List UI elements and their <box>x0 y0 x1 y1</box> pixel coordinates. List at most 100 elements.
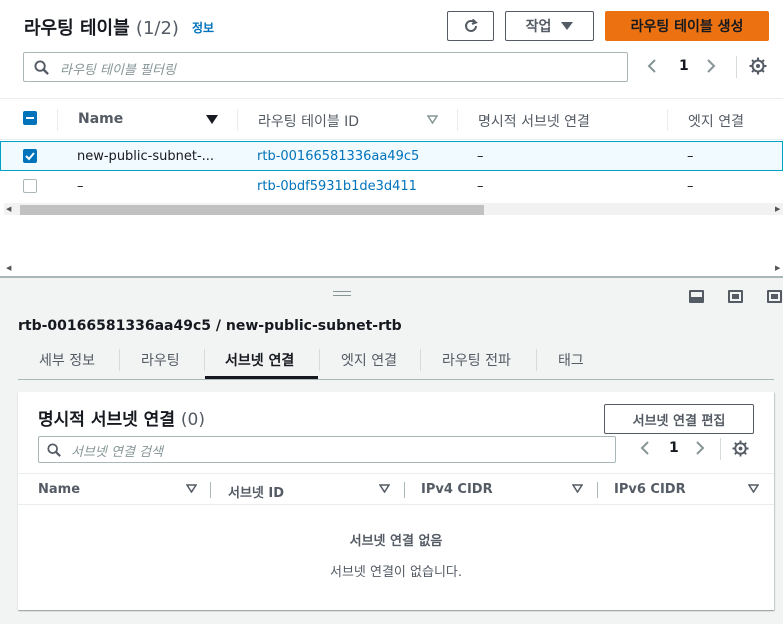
column-header-name[interactable]: Name <box>78 111 123 127</box>
tab-divider <box>119 349 120 371</box>
sort-icon[interactable] <box>748 484 759 493</box>
sort-icon[interactable] <box>186 484 197 493</box>
card-title-count: (0) <box>180 410 205 430</box>
layout-full-icon[interactable] <box>767 290 782 303</box>
sort-icon[interactable] <box>379 484 390 493</box>
chevron-left-icon <box>647 59 656 73</box>
next-page-button[interactable] <box>706 58 716 78</box>
filter-placeholder: 라우팅 테이블 필터링 <box>60 63 176 78</box>
edit-subnet-associations-button[interactable]: 서브넷 연결 편집 <box>604 404 754 434</box>
create-label: 라우팅 테이블 생성 <box>630 19 744 35</box>
chevron-left-icon <box>640 441 649 455</box>
divider <box>720 438 721 460</box>
empty-state-message: 서브넷 연결이 없습니다. <box>330 565 462 580</box>
route-table-header: Name 라우팅 테이블 ID 명시적 서브넷 연결 엣지 연결 <box>0 98 783 140</box>
tab-divider <box>204 349 205 371</box>
scroll-right-icon[interactable]: ▶ <box>775 264 780 272</box>
current-page[interactable]: 1 <box>669 440 679 456</box>
cell-name: new-public-subnet-... <box>77 149 215 164</box>
layout-bottom-icon[interactable] <box>689 290 704 303</box>
drag-handle-icon[interactable] <box>333 291 351 296</box>
column-header-subnet-id[interactable]: 서브넷 ID <box>228 482 284 501</box>
edit-label: 서브넷 연결 편집 <box>632 413 726 429</box>
refresh-icon <box>464 18 478 32</box>
tab-edge-associations[interactable]: 엣지 연결 <box>341 350 397 370</box>
select-all-checkbox[interactable] <box>23 111 37 125</box>
column-header-edge[interactable]: 엣지 연결 <box>688 111 744 131</box>
chevron-right-icon <box>696 441 705 455</box>
sort-desc-icon[interactable] <box>206 115 218 124</box>
title-text: 라우팅 테이블 <box>24 18 130 39</box>
sort-icon[interactable] <box>572 484 583 493</box>
column-divider <box>597 482 598 498</box>
chevron-right-icon <box>707 59 716 73</box>
cell-edge: – <box>687 149 694 164</box>
tab-tags[interactable]: 태그 <box>558 350 584 370</box>
tab-divider <box>536 349 537 371</box>
actions-button[interactable]: 작업 <box>505 11 594 41</box>
card-title: 명시적 서브넷 연결 (0) <box>38 405 205 430</box>
title-count: (1/2) <box>135 18 179 39</box>
prev-page-button[interactable] <box>647 58 657 78</box>
cell-route-table-id-link[interactable]: rtb-0bdf5931b1de3d411 <box>257 179 417 194</box>
prev-page-button[interactable] <box>640 440 650 460</box>
subnet-association-search-input[interactable]: 서브넷 연결 검색 <box>38 436 616 463</box>
gear-icon[interactable] <box>749 57 767 75</box>
scroll-right-icon[interactable]: ▶ <box>775 205 780 213</box>
tab-subnet-associations[interactable]: 서브넷 연결 <box>225 350 294 370</box>
horizontal-scrollbar[interactable]: ◀ ▶ <box>4 203 783 215</box>
tab-divider <box>420 349 421 371</box>
column-header-ipv4[interactable]: IPv4 CIDR <box>421 482 493 497</box>
subnet-table-header: Name 서브넷 ID IPv4 CIDR IPv6 CIDR <box>18 473 774 505</box>
refresh-button[interactable] <box>447 11 494 41</box>
active-tab-indicator <box>205 376 318 379</box>
scroll-left-icon[interactable]: ◀ <box>6 264 11 272</box>
scrollbar-thumb[interactable] <box>20 205 484 215</box>
row-checkbox[interactable] <box>23 149 37 163</box>
cell-route-table-id-link[interactable]: rtb-00166581336aa49c5 <box>257 149 419 164</box>
check-icon <box>25 152 35 161</box>
actions-label: 작업 <box>525 19 552 35</box>
cell-explicit: – <box>477 149 484 164</box>
column-header-ipv6[interactable]: IPv6 CIDR <box>614 482 686 497</box>
column-divider <box>667 109 668 131</box>
next-page-button[interactable] <box>695 440 705 460</box>
column-divider <box>210 482 211 498</box>
row-checkbox[interactable] <box>23 179 37 193</box>
current-page[interactable]: 1 <box>679 58 689 74</box>
cell-explicit: – <box>477 179 484 194</box>
column-header-name[interactable]: Name <box>38 482 80 497</box>
column-divider <box>237 109 238 131</box>
route-table-filter-input[interactable]: 라우팅 테이블 필터링 <box>23 52 628 82</box>
panel-splitter[interactable] <box>0 276 783 278</box>
gear-icon[interactable] <box>732 440 749 457</box>
column-divider <box>404 482 405 498</box>
tab-details[interactable]: 세부 정보 <box>39 350 95 370</box>
sort-icon[interactable] <box>427 115 438 124</box>
caret-down-icon <box>561 22 574 30</box>
detail-tabs: 세부 정보 라우팅 서브넷 연결 엣지 연결 라우팅 전파 태그 <box>18 340 774 380</box>
column-divider <box>57 109 58 131</box>
empty-state-title: 서브넷 연결 없음 <box>349 534 443 549</box>
table-row[interactable]: new-public-subnet-... rtb-00166581336aa4… <box>0 141 783 171</box>
card-title-text: 명시적 서브넷 연결 <box>38 410 175 430</box>
scroll-left-icon[interactable]: ◀ <box>6 205 11 213</box>
info-link[interactable]: 정보 <box>192 19 214 36</box>
column-header-id[interactable]: 라우팅 테이블 ID <box>258 111 359 131</box>
cell-edge: – <box>687 179 694 194</box>
search-icon <box>34 60 49 75</box>
search-icon <box>47 443 61 457</box>
column-header-explicit[interactable]: 명시적 서브넷 연결 <box>478 111 590 131</box>
tab-route-propagation[interactable]: 라우팅 전파 <box>442 350 511 370</box>
table-row[interactable]: – rtb-0bdf5931b1de3d411 – – <box>0 172 783 202</box>
tab-routes[interactable]: 라우팅 <box>141 350 180 370</box>
layout-side-icon[interactable] <box>728 290 743 303</box>
column-divider <box>457 109 458 131</box>
divider <box>736 56 737 78</box>
detail-title: rtb-00166581336aa49c5 / new-public-subne… <box>18 318 402 334</box>
cell-name: – <box>77 179 84 194</box>
create-route-table-button[interactable]: 라우팅 테이블 생성 <box>605 11 769 41</box>
search-placeholder: 서브넷 연결 검색 <box>71 445 163 460</box>
explicit-subnet-associations-card: 명시적 서브넷 연결 (0) 서브넷 연결 편집 서브넷 연결 검색 1 Nam… <box>18 392 774 610</box>
tab-divider <box>319 349 320 371</box>
